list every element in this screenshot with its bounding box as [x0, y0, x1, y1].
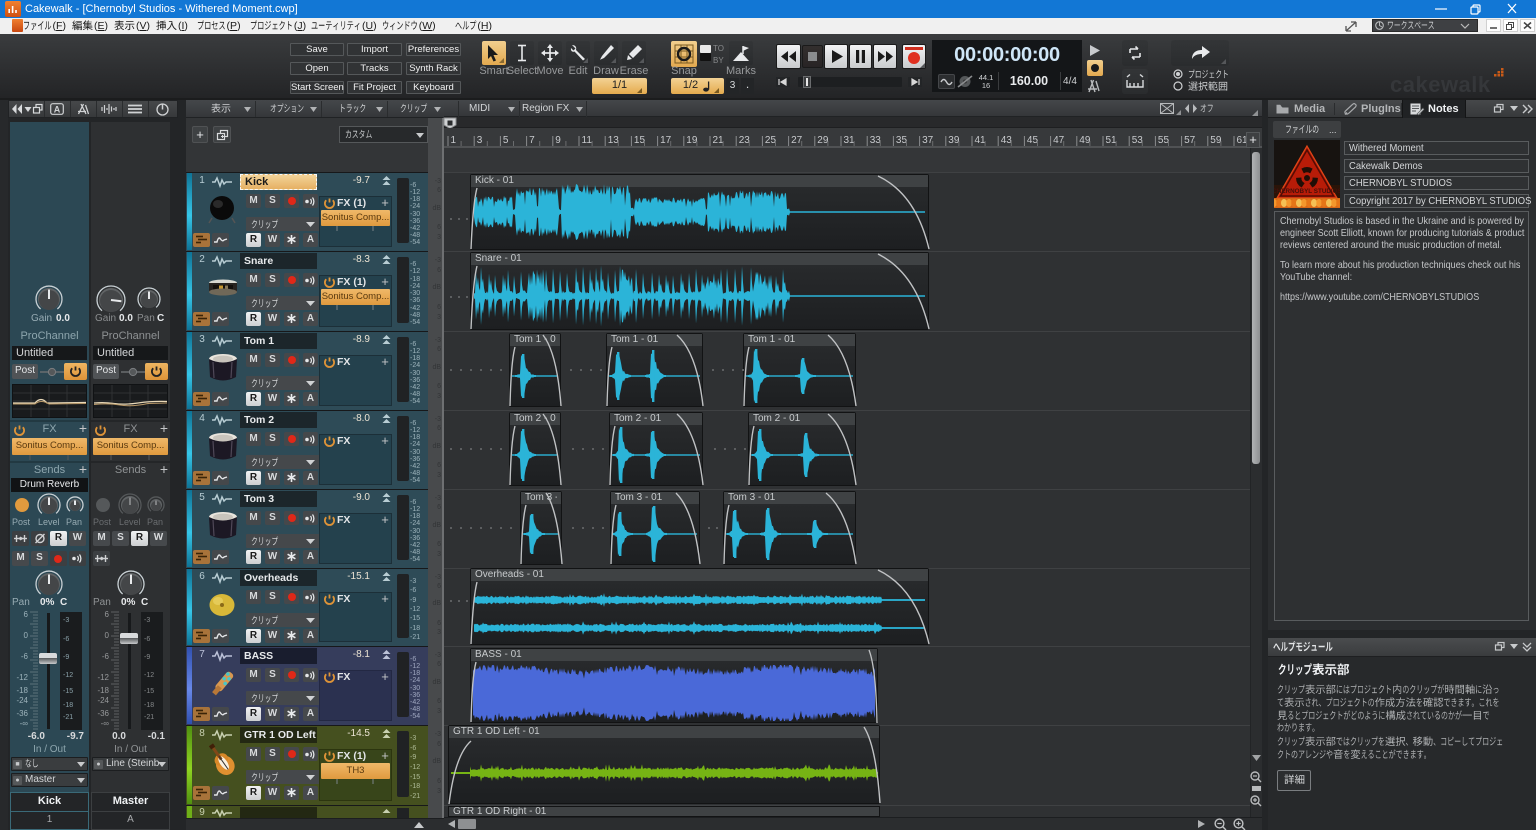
svg-text:41: 41: [975, 135, 987, 146]
svg-text:19: 19: [686, 135, 698, 146]
svg-text:23: 23: [739, 135, 751, 146]
svg-text:A: A: [54, 105, 61, 115]
svg-text:7: 7: [529, 135, 535, 146]
svg-text:21: 21: [713, 135, 725, 146]
svg-text:45: 45: [1027, 135, 1039, 146]
svg-text:39: 39: [948, 135, 960, 146]
svg-text:43: 43: [1001, 135, 1013, 146]
svg-text:9: 9: [555, 135, 561, 146]
svg-text:49: 49: [1079, 135, 1091, 146]
svg-text:11: 11: [582, 135, 593, 146]
svg-text:47: 47: [1053, 135, 1065, 146]
svg-text:17: 17: [660, 135, 672, 146]
svg-text:13: 13: [608, 135, 620, 146]
svg-text:53: 53: [1132, 135, 1144, 146]
svg-text:CHERNOBYL STUDIOS: CHERNOBYL STUDIOS: [1274, 188, 1340, 195]
svg-text:37: 37: [922, 135, 934, 146]
svg-text:33: 33: [870, 135, 882, 146]
svg-text:5: 5: [503, 135, 509, 146]
svg-text:55: 55: [1158, 135, 1170, 146]
svg-text:51: 51: [1106, 135, 1118, 146]
svg-text:25: 25: [765, 135, 777, 146]
svg-text:59: 59: [1210, 135, 1222, 146]
svg-text:57: 57: [1184, 135, 1196, 146]
svg-text:27: 27: [791, 135, 803, 146]
svg-text:15: 15: [634, 135, 646, 146]
svg-text:31: 31: [844, 135, 856, 146]
svg-text:1: 1: [451, 135, 457, 146]
svg-text:3: 3: [477, 135, 483, 146]
svg-text:35: 35: [896, 135, 908, 146]
svg-text:29: 29: [817, 135, 829, 146]
